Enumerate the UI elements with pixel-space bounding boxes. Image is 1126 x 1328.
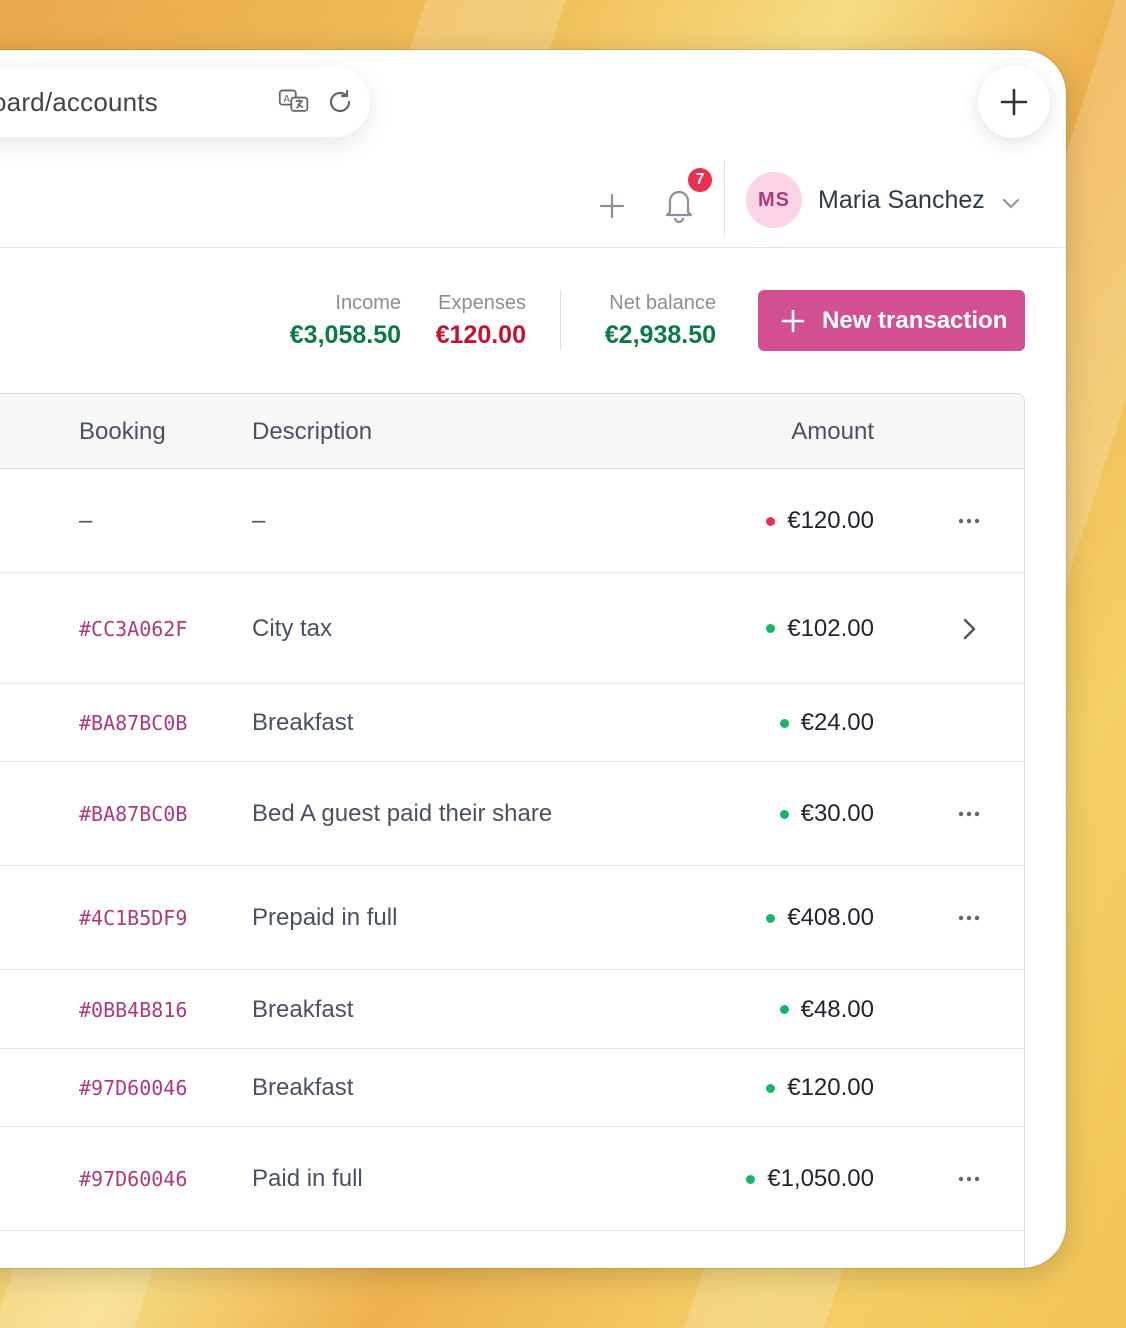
table-row[interactable]: e––€120.00 (0, 469, 1024, 573)
table-row[interactable]: #BA87BC0B Bed A guest paid their share €30… (0, 762, 1024, 866)
income-label: Income (335, 292, 401, 314)
income-value: €3,058.50 (289, 321, 401, 349)
description-cell: Prepaid in full (252, 904, 398, 931)
net-balance-value: €2,938.50 (604, 321, 716, 349)
column-header-amount[interactable]: Amount (791, 418, 874, 446)
income-summary: Income €3,058.50 (290, 292, 401, 350)
booking-cell[interactable]: #0BB4B816 (79, 998, 187, 1022)
transactions-table: Booking Description Amount e––€120.00#CC… (0, 393, 1025, 1268)
description-cell: City tax (252, 614, 333, 642)
status-dot (779, 718, 789, 728)
browser-window: oard/accounts A MS Maria Sanchez 7 Incom… (0, 50, 1066, 1268)
description-cell: Breakfast (252, 709, 354, 736)
reload-icon[interactable] (324, 86, 356, 118)
svg-text:A: A (283, 94, 290, 105)
status-dot (746, 1174, 756, 1184)
more-icon[interactable] (954, 903, 984, 933)
amount-cell: €1,050.00 (746, 1165, 874, 1193)
amount-value: €408.00 (787, 904, 874, 931)
plus-icon (781, 309, 805, 332)
table-body: e––€120.00#CC3A062FCity tax€102.00#BA87B… (0, 469, 1024, 1231)
amount-cell: €30.00 (779, 800, 874, 828)
add-icon[interactable] (598, 192, 626, 220)
avatar[interactable]: MS (746, 172, 802, 228)
chevron-down-icon[interactable] (1000, 192, 1022, 214)
amount-cell: €408.00 (766, 904, 874, 932)
more-icon[interactable] (954, 1164, 984, 1194)
amount-value: €102.00 (787, 614, 874, 642)
table-header: Booking Description Amount (0, 394, 1024, 469)
status-dot (766, 516, 776, 526)
status-dot (766, 1083, 776, 1093)
column-header-booking[interactable]: Booking (79, 418, 166, 446)
header-divider (724, 160, 725, 236)
booking-cell: – (79, 507, 93, 534)
table-row[interactable]: #97D60046 Breakfast €120.00 (0, 1049, 1024, 1127)
booking-cell[interactable]: #97D60046 (79, 1076, 187, 1100)
description-cell: Breakfast (252, 995, 354, 1023)
amount-value: €120.00 (787, 1074, 874, 1101)
status-dot (779, 809, 789, 819)
address-bar[interactable]: oard/accounts A (0, 67, 370, 137)
table-row[interactable]: #4C1B5DF9 Prepaid in full €408.00 (0, 866, 1024, 970)
expenses-label: Expenses (438, 292, 526, 314)
net-balance-summary: Net balance €2,938.50 (605, 292, 716, 350)
translate-icon[interactable]: A (278, 86, 310, 118)
summary-divider (560, 290, 561, 350)
description-cell: Bed A guest paid their share (252, 800, 553, 827)
more-icon[interactable] (954, 506, 984, 536)
plus-icon (1000, 88, 1028, 116)
column-header-description[interactable]: Description (252, 418, 372, 446)
booking-cell[interactable]: #97D60046 (79, 1167, 187, 1191)
table-row[interactable]: #0BB4B816 Breakfast €48.00 (0, 970, 1024, 1049)
amount-cell: €24.00 (779, 709, 874, 737)
app-header: MS Maria Sanchez (0, 160, 1066, 248)
chevron-right-icon[interactable] (954, 614, 984, 644)
new-transaction-button[interactable]: New transaction (758, 290, 1025, 351)
table-row[interactable]: #CC3A062F City tax €102.00 (0, 573, 1024, 684)
url-text[interactable]: oard/accounts (0, 87, 278, 118)
table-row[interactable]: #97D60046 Paid in full €1,050.00 (0, 1127, 1024, 1231)
status-dot (766, 624, 776, 633)
description-cell: – (252, 507, 266, 534)
status-dot (766, 913, 776, 923)
booking-cell[interactable]: #BA87BC0B (79, 802, 187, 826)
amount-value: €1,050.00 (767, 1165, 874, 1192)
expenses-summary: Expenses €120.00 (436, 292, 526, 350)
amount-value: €120.00 (787, 507, 874, 534)
booking-cell[interactable]: #CC3A062F (79, 617, 187, 641)
amount-cell: €120.00 (766, 507, 874, 535)
user-name[interactable]: Maria Sanchez (818, 186, 985, 215)
description-cell: Paid in full (252, 1165, 363, 1192)
description-cell: Breakfast (252, 1074, 354, 1101)
booking-cell[interactable]: #4C1B5DF9 (79, 906, 187, 930)
expenses-value: €120.00 (435, 321, 526, 349)
notification-badge: 7 (686, 166, 714, 194)
amount-value: €24.00 (800, 709, 874, 736)
new-transaction-label: New transaction (822, 306, 1008, 334)
net-balance-label: Net balance (609, 292, 716, 314)
new-tab-button[interactable] (978, 66, 1050, 138)
amount-cell: €48.00 (779, 995, 874, 1024)
table-row[interactable]: #BA87BC0B Breakfast €24.00 (0, 684, 1024, 762)
amount-value: €30.00 (800, 800, 874, 827)
more-icon[interactable] (954, 799, 984, 829)
booking-cell[interactable]: #BA87BC0B (79, 711, 187, 735)
amount-value: €48.00 (800, 995, 874, 1023)
status-dot (779, 1005, 789, 1014)
amount-cell: €102.00 (766, 615, 874, 643)
amount-cell: €120.00 (766, 1074, 874, 1102)
